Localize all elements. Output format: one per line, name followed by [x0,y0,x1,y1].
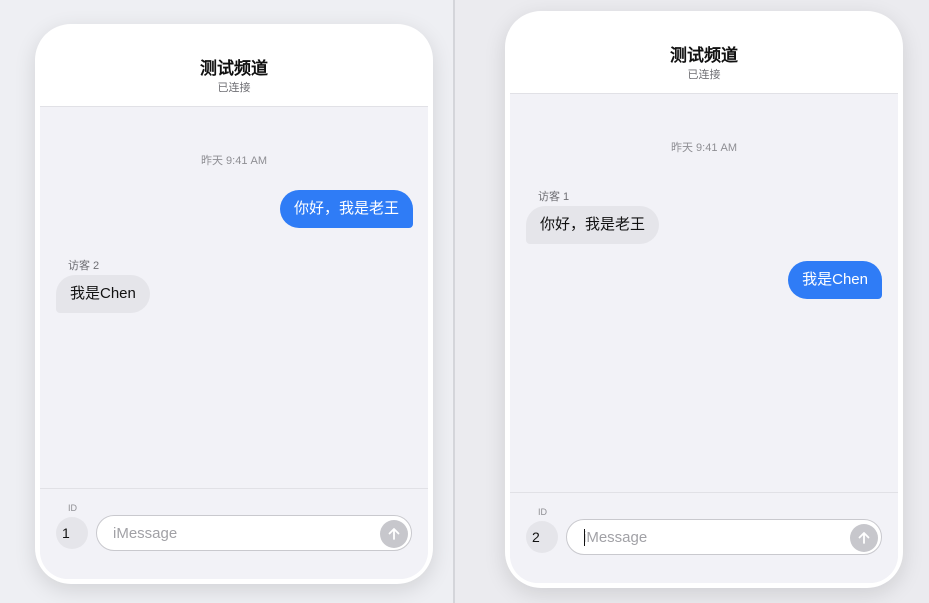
message-input[interactable] [96,515,412,551]
send-button[interactable] [380,520,408,548]
send-button[interactable] [850,524,878,552]
chat-header: 测试频道 已连接 [510,16,898,94]
message-bubble-incoming[interactable]: 你好，我是老王 [526,206,660,244]
message-list[interactable]: 昨天 9:41 AM 访客 1 你好，我是老王 我是Chen [510,94,898,491]
id-label: ID [538,507,547,517]
connection-status: 已连接 [217,82,251,94]
user-id-badge[interactable]: 1 [56,517,88,549]
id-label: ID [68,503,77,513]
message-composer: ID 1 [40,488,428,579]
message-bubble-incoming[interactable]: 我是Chen [56,275,150,313]
connection-status: 已连接 [687,69,721,81]
chat-screen: 测试频道 已连接 昨天 9:41 AM 访客 1 你好，我是老王 我是Chen … [510,16,898,583]
message-timestamp: 昨天 9:41 AM [670,142,738,154]
arrow-up-icon [388,528,400,540]
message-bubble-outgoing[interactable]: 你好，我是老王 [279,190,413,228]
chat-window-right: 测试频道 已连接 昨天 9:41 AM 访客 1 你好，我是老王 我是Chen … [505,11,903,588]
message-list[interactable]: 昨天 9:41 AM 你好，我是老王 访客 2 我是Chen [40,107,428,487]
message-bubble-outgoing[interactable]: 我是Chen [788,261,882,299]
text-cursor [584,529,585,546]
message-composer: ID 2 [510,492,898,583]
sender-name: 访客 2 [68,260,100,272]
chat-window-left: 测试频道 已连接 昨天 9:41 AM 你好，我是老王 访客 2 我是Chen … [35,24,433,584]
arrow-up-icon [858,532,870,544]
message-input[interactable] [566,519,882,555]
user-id-badge[interactable]: 2 [526,521,558,553]
chat-screen: 测试频道 已连接 昨天 9:41 AM 你好，我是老王 访客 2 我是Chen … [40,29,428,579]
message-timestamp: 昨天 9:41 AM [200,155,268,167]
sender-name: 访客 1 [538,191,570,203]
chat-header: 测试频道 已连接 [40,29,428,107]
channel-title: 测试频道 [670,46,738,65]
channel-title: 测试频道 [200,59,268,78]
